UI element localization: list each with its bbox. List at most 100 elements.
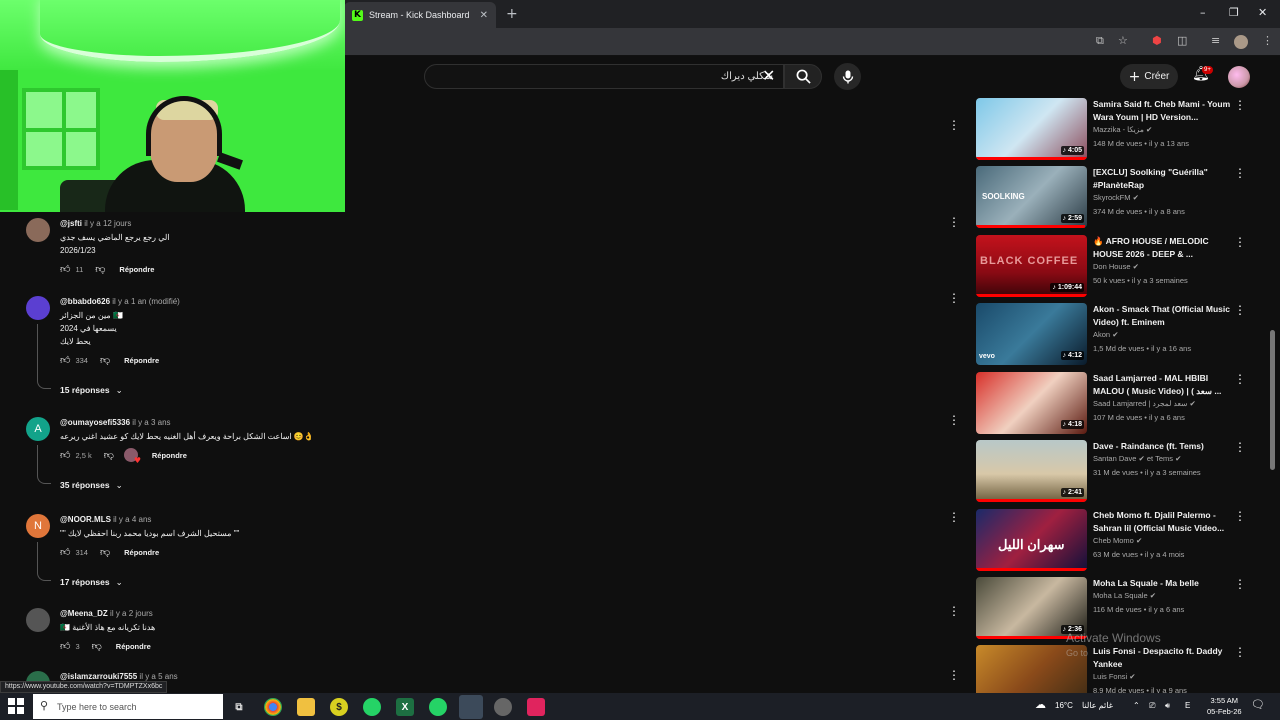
comment-author[interactable]: @bbabdo626 il y a 1 an (modifié) [60,297,180,306]
voice-search-button[interactable] [834,63,861,90]
thumbs-down-icon[interactable]: 👎︎ [104,449,114,461]
comment-avatar[interactable] [26,218,50,242]
comment-avatar[interactable]: A [26,417,50,441]
media-icon[interactable]: ≡ [1211,34,1220,47]
thumbs-down-icon[interactable]: 👎︎ [100,354,110,366]
video-thumbnail[interactable]: سهران الليل [976,509,1087,571]
weather-temp[interactable]: 16°C [1055,701,1073,710]
comment-avatar[interactable]: N [26,514,50,538]
comment-menu-icon[interactable]: ⋮ [948,291,960,305]
tray-chevron-icon[interactable]: ⌃ [1133,701,1140,710]
comment-author[interactable]: @NOOR.MLS il y a 4 ans [60,515,151,524]
thumbs-up-icon[interactable]: 👍︎ [60,546,70,558]
thumbs-up-icon[interactable]: 👍︎ [60,354,70,366]
comment-author[interactable]: @islamzarrouki7555 il y a 5 ans [60,672,178,681]
browser-tab[interactable]: K Stream - Kick Dashboard ✕ [344,2,496,28]
video-title[interactable]: Akon - Smack That (Official Music Video)… [1093,303,1231,329]
video-thumbnail[interactable]: ♪ 2:41 [976,440,1087,502]
thumbs-up-icon[interactable]: 👍︎ [60,449,70,461]
new-tab-button[interactable]: + [506,6,518,22]
channel-name[interactable]: Moha La Squale ✔ [1093,591,1156,600]
recommended-video[interactable]: BLACK COFFEE ♪ 1:09:44 🔥 AFRO HOUSE / MELO… [976,235,1246,297]
comment-author[interactable]: @jsfti il y a 12 jours [60,219,131,228]
channel-name[interactable]: Luis Fonsi ✔ [1093,672,1136,681]
account-avatar[interactable] [1228,66,1250,88]
create-button[interactable]: + Créer [1120,64,1178,89]
whatsapp-icon[interactable] [363,698,381,716]
reply-button[interactable]: Répondre [119,265,154,274]
task-view-icon[interactable]: ⧉ [230,698,248,716]
comment-menu-icon[interactable]: ⋮ [948,413,960,427]
reply-button[interactable]: Répondre [152,451,187,460]
tab-close-icon[interactable]: ✕ [480,10,488,21]
whatsapp-business-icon[interactable] [429,698,447,716]
more-options-icon[interactable]: ⋮ [1234,166,1246,180]
chrome-icon[interactable] [264,698,282,716]
volume-icon[interactable]: 🔊︎ [1165,701,1170,711]
more-options-icon[interactable]: ⋮ [1234,645,1246,659]
video-thumbnail[interactable]: SOOLKING ♪ 2:59 [976,166,1087,228]
comment-avatar[interactable] [26,296,50,320]
channel-name[interactable]: Mazzika - مزيكا ✔ [1093,125,1152,134]
extensions-puzzle-icon[interactable]: ◫ [1177,34,1187,47]
replies-toggle[interactable]: 15 réponses ⌄ [60,385,123,396]
channel-name[interactable]: Santan Dave ✔ et Tems ✔ [1093,454,1181,463]
channel-name[interactable]: Cheb Momo ✔ [1093,536,1142,545]
close-window-button[interactable]: ✕ [1258,6,1267,19]
more-options-icon[interactable]: ⋮ [1234,577,1246,591]
scrollbar[interactable] [1270,330,1275,470]
minimize-button[interactable]: – [1200,6,1206,19]
recommended-video[interactable]: ♪ 2:36 Moha La Squale - Ma belle Moha La S… [976,577,1246,639]
chrome-active-icon[interactable] [459,695,483,719]
video-title[interactable]: Cheb Momo ft. Djalil Palermo - Sahran li… [1093,509,1231,535]
thumbs-up-icon[interactable]: 👍︎ [60,640,70,652]
more-options-icon[interactable]: ⋮ [1234,440,1246,454]
thumbs-down-icon[interactable]: 👎︎ [100,546,110,558]
search-button[interactable] [784,64,822,89]
excel-icon[interactable]: X [396,698,414,716]
thumbs-up-icon[interactable]: 👍︎ [60,263,70,275]
more-options-icon[interactable]: ⋮ [1234,98,1246,112]
reply-button[interactable]: Répondre [116,642,151,651]
search-input[interactable]: شكلي ديراك [424,64,784,89]
install-icon[interactable]: ⧉ [1096,34,1104,48]
video-thumbnail[interactable]: BLACK COFFEE ♪ 1:09:44 [976,235,1087,297]
bookmark-star-icon[interactable]: ☆ [1118,34,1128,47]
comment-menu-icon[interactable]: ⋮ [948,604,960,618]
more-options-icon[interactable]: ⋮ [1234,303,1246,317]
reply-button[interactable]: Répondre [124,356,159,365]
system-clock[interactable]: 3:55 AM 05-Feb-26 [1207,695,1242,717]
recommended-video[interactable]: ♪ 2:41 Dave - Raindance (ft. Tems) Santan … [976,440,1246,502]
comment-avatar[interactable] [26,608,50,632]
video-thumbnail[interactable]: vevo ♪ 4:12 [976,303,1087,365]
app-icon-coin[interactable]: $ [330,698,348,716]
video-title[interactable]: Saad Lamjarred - MAL HBIBI MALOU ( Music… [1093,372,1231,398]
comment-author[interactable]: @Meena_DZ il y a 2 jours [60,609,153,618]
video-title[interactable]: 🔥 AFRO HOUSE / MELODIC HOUSE 2026 - DEEP… [1093,235,1231,261]
comment-menu-icon[interactable]: ⋮ [948,118,960,132]
reply-button[interactable]: Répondre [124,548,159,557]
recommended-video[interactable]: ♪ 4:05 Samira Said ft. Cheb Mami - Youm W… [976,98,1246,160]
language-icon[interactable]: E [1185,701,1190,710]
comment-menu-icon[interactable]: ⋮ [948,510,960,524]
profile-icon[interactable] [1234,35,1248,49]
windows-start-icon[interactable] [8,698,24,714]
video-thumbnail[interactable]: ♪ 4:18 [976,372,1087,434]
more-options-icon[interactable]: ⋮ [1234,509,1246,523]
video-title[interactable]: Luis Fonsi - Despacito ft. Daddy Yankee [1093,645,1231,671]
notification-center-icon[interactable]: 🗨︎ [1251,698,1265,711]
more-options-icon[interactable]: ⋮ [1234,372,1246,386]
channel-name[interactable]: Akon ✔ [1093,330,1119,339]
more-options-icon[interactable]: ⋮ [1234,235,1246,249]
recommended-video[interactable]: SOOLKING ♪ 2:59 [EXCLU] Soolking "Guérilla… [976,166,1246,228]
recommended-video[interactable]: vevo ♪ 4:12 Akon - Smack That (Official Mu… [976,303,1246,365]
replies-toggle[interactable]: 17 réponses ⌄ [60,577,123,588]
replies-toggle[interactable]: 35 réponses ⌄ [60,480,123,491]
thumbs-down-icon[interactable]: 👎︎ [92,640,102,652]
video-thumbnail[interactable]: ♪ 2:36 [976,577,1087,639]
video-title[interactable]: Samira Said ft. Cheb Mami - Youm Wara Yo… [1093,98,1231,124]
comment-menu-icon[interactable]: ⋮ [948,668,960,682]
browser-menu-icon[interactable]: ⋮ [1262,34,1273,47]
recommended-video[interactable]: ♪ 4:18 Saad Lamjarred - MAL HBIBI MALOU (… [976,372,1246,434]
clear-search-icon[interactable]: ✕ [762,66,775,85]
